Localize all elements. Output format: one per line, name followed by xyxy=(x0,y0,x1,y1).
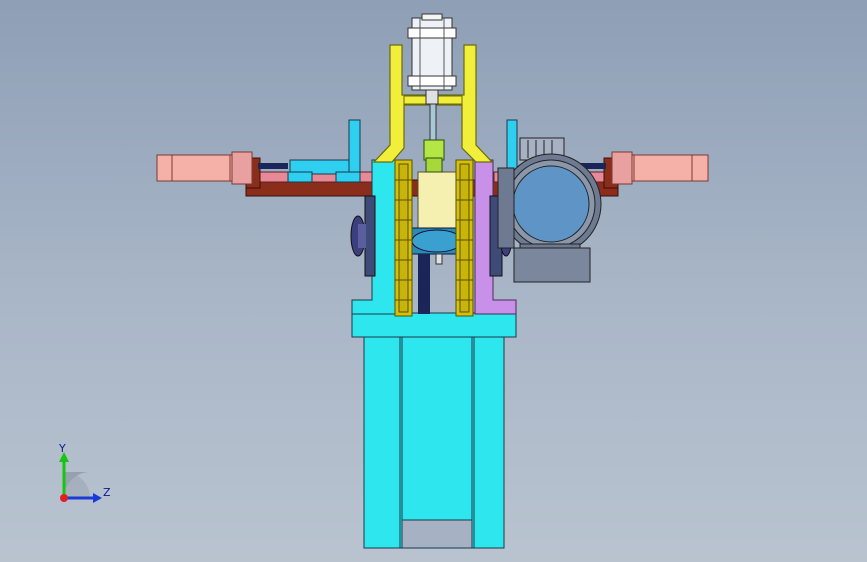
gearbox xyxy=(513,247,591,283)
right-sprocket xyxy=(455,159,474,317)
center-shaft xyxy=(411,227,463,314)
machine-assembly-drawing xyxy=(156,13,709,549)
coordinate-triad: Y Z xyxy=(40,438,120,518)
center-slider-block xyxy=(417,171,457,229)
left-bracket xyxy=(287,119,361,183)
left-sprocket xyxy=(394,159,413,317)
right-pneumatic-cylinder xyxy=(611,151,709,185)
base-pedestal xyxy=(363,335,505,549)
z-axis-label: Z xyxy=(103,486,111,499)
cad-viewport[interactable]: Y Z xyxy=(0,0,867,562)
pedestal-top-plate xyxy=(351,312,517,338)
triad-axes xyxy=(59,452,102,503)
y-axis-label: Y xyxy=(59,442,66,455)
right-bracket xyxy=(506,119,518,171)
left-pneumatic-cylinder xyxy=(156,151,253,185)
rod-clamp xyxy=(423,139,445,173)
top-air-cylinder xyxy=(407,13,457,141)
left-bearing xyxy=(350,195,376,277)
